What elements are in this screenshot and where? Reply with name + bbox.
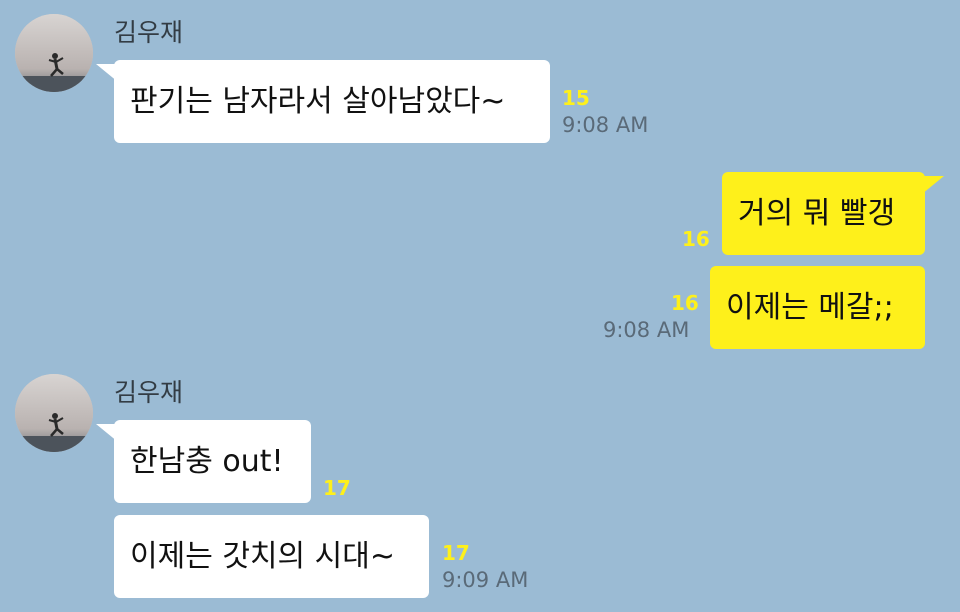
message-text: 판기는 남자라서 살아남았다~: [130, 83, 506, 119]
message-bubble[interactable]: 이제는 갓치의 시대~: [114, 515, 429, 598]
message-bubble[interactable]: 한남충 out!: [114, 420, 311, 503]
sender-name: 김우재: [114, 378, 184, 407]
message-time: 9:08 AM: [562, 113, 649, 137]
message-text: 한남충 out!: [130, 443, 284, 479]
unread-count: 16: [671, 291, 699, 315]
unread-count: 16: [682, 227, 710, 251]
unread-count: 17: [323, 476, 351, 500]
message-text: 거의 뭐 빨갱: [738, 195, 896, 231]
bubble-tail: [922, 176, 944, 194]
message-bubble[interactable]: 이제는 메갈;;: [710, 266, 925, 349]
message-text: 이제는 갓치의 시대~: [130, 538, 396, 574]
profile-photo-icon: [15, 374, 93, 452]
sender-name: 김우재: [114, 18, 184, 47]
message-bubble[interactable]: 판기는 남자라서 살아남았다~: [114, 60, 550, 143]
sender-avatar[interactable]: [15, 374, 93, 452]
unread-count: 17: [442, 541, 470, 565]
sender-avatar[interactable]: [15, 14, 93, 92]
message-bubble[interactable]: 거의 뭐 빨갱: [722, 172, 925, 255]
unread-count: 15: [562, 86, 590, 110]
message-text: 이제는 메갈;;: [726, 289, 894, 325]
message-time: 9:09 AM: [442, 568, 529, 592]
message-time: 9:08 AM: [603, 318, 690, 342]
profile-photo-icon: [15, 14, 93, 92]
